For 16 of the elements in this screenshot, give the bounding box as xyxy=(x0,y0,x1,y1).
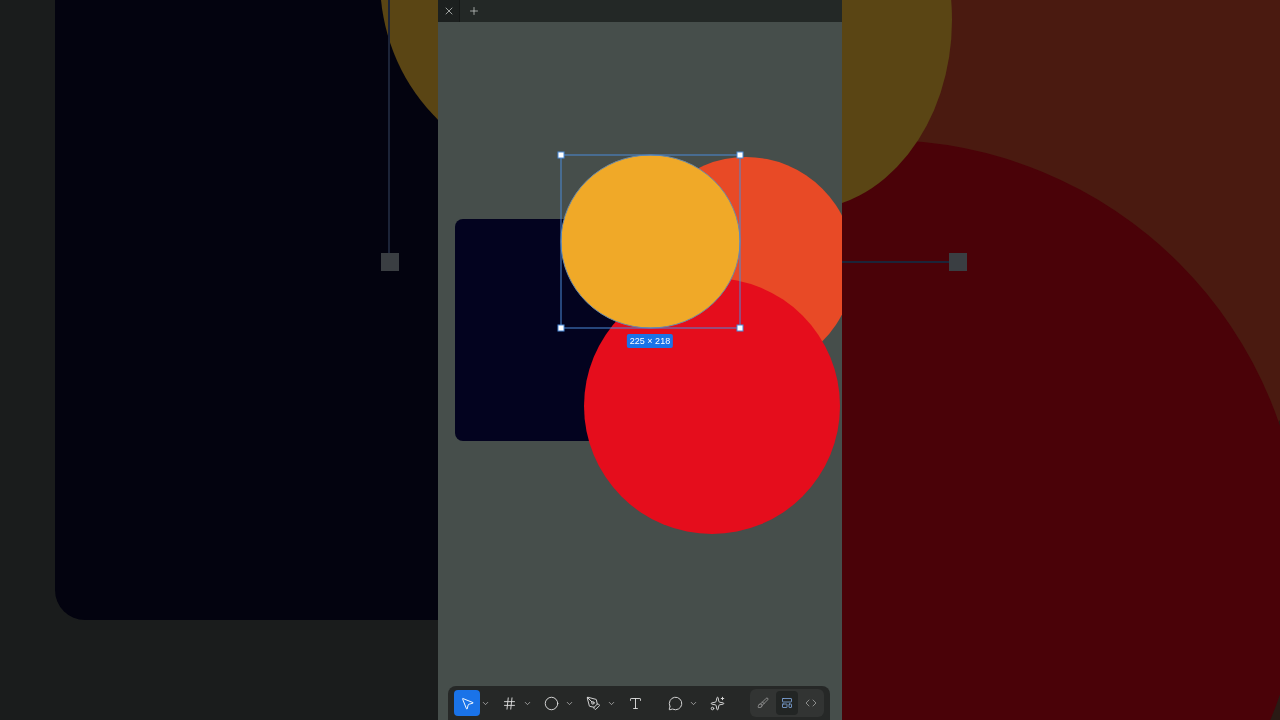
plus-icon xyxy=(468,5,480,17)
shapes-drawing[interactable] xyxy=(455,151,842,534)
sparkle-icon xyxy=(709,695,725,711)
design-mode-button[interactable] xyxy=(776,691,798,715)
pen-icon xyxy=(585,695,601,711)
circle-icon xyxy=(543,695,559,711)
code-icon xyxy=(805,697,817,709)
close-tab-button[interactable] xyxy=(438,0,460,22)
dimensions-label: 225 × 218 xyxy=(626,334,674,348)
text-icon xyxy=(627,695,643,711)
move-tool-button[interactable] xyxy=(454,690,490,716)
layout-icon xyxy=(781,697,793,709)
cursor-icon xyxy=(459,695,475,711)
speech-bubble-icon xyxy=(667,695,683,711)
brush-icon xyxy=(757,697,769,709)
hash-icon xyxy=(501,695,517,711)
